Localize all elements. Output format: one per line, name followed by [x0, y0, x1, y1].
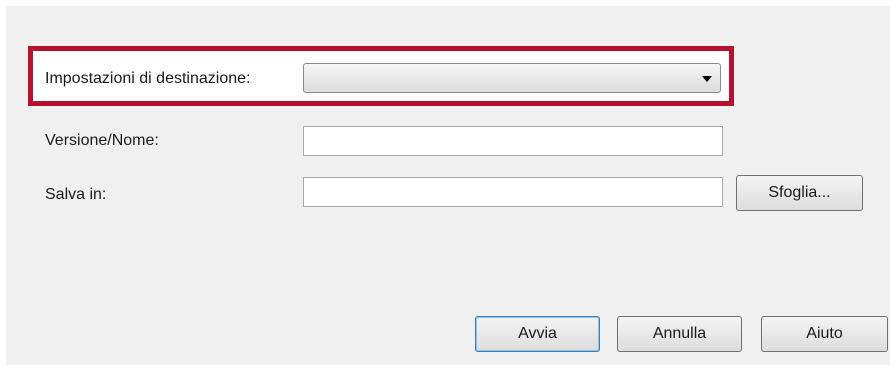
version-name-label: Versione/Nome:	[45, 132, 159, 149]
save-in-label: Salva in:	[45, 186, 107, 203]
browse-button[interactable]: Sfoglia...	[736, 175, 863, 211]
chevron-down-icon	[702, 76, 712, 82]
cancel-button[interactable]: Annulla	[617, 316, 742, 352]
help-button[interactable]: Aiuto	[761, 316, 888, 352]
version-name-field[interactable]	[303, 126, 723, 156]
start-button[interactable]: Avvia	[475, 316, 600, 352]
save-in-field[interactable]	[303, 177, 723, 207]
destination-label: Impostazioni di destinazione:	[45, 70, 251, 87]
destination-settings-dropdown[interactable]	[303, 63, 721, 93]
